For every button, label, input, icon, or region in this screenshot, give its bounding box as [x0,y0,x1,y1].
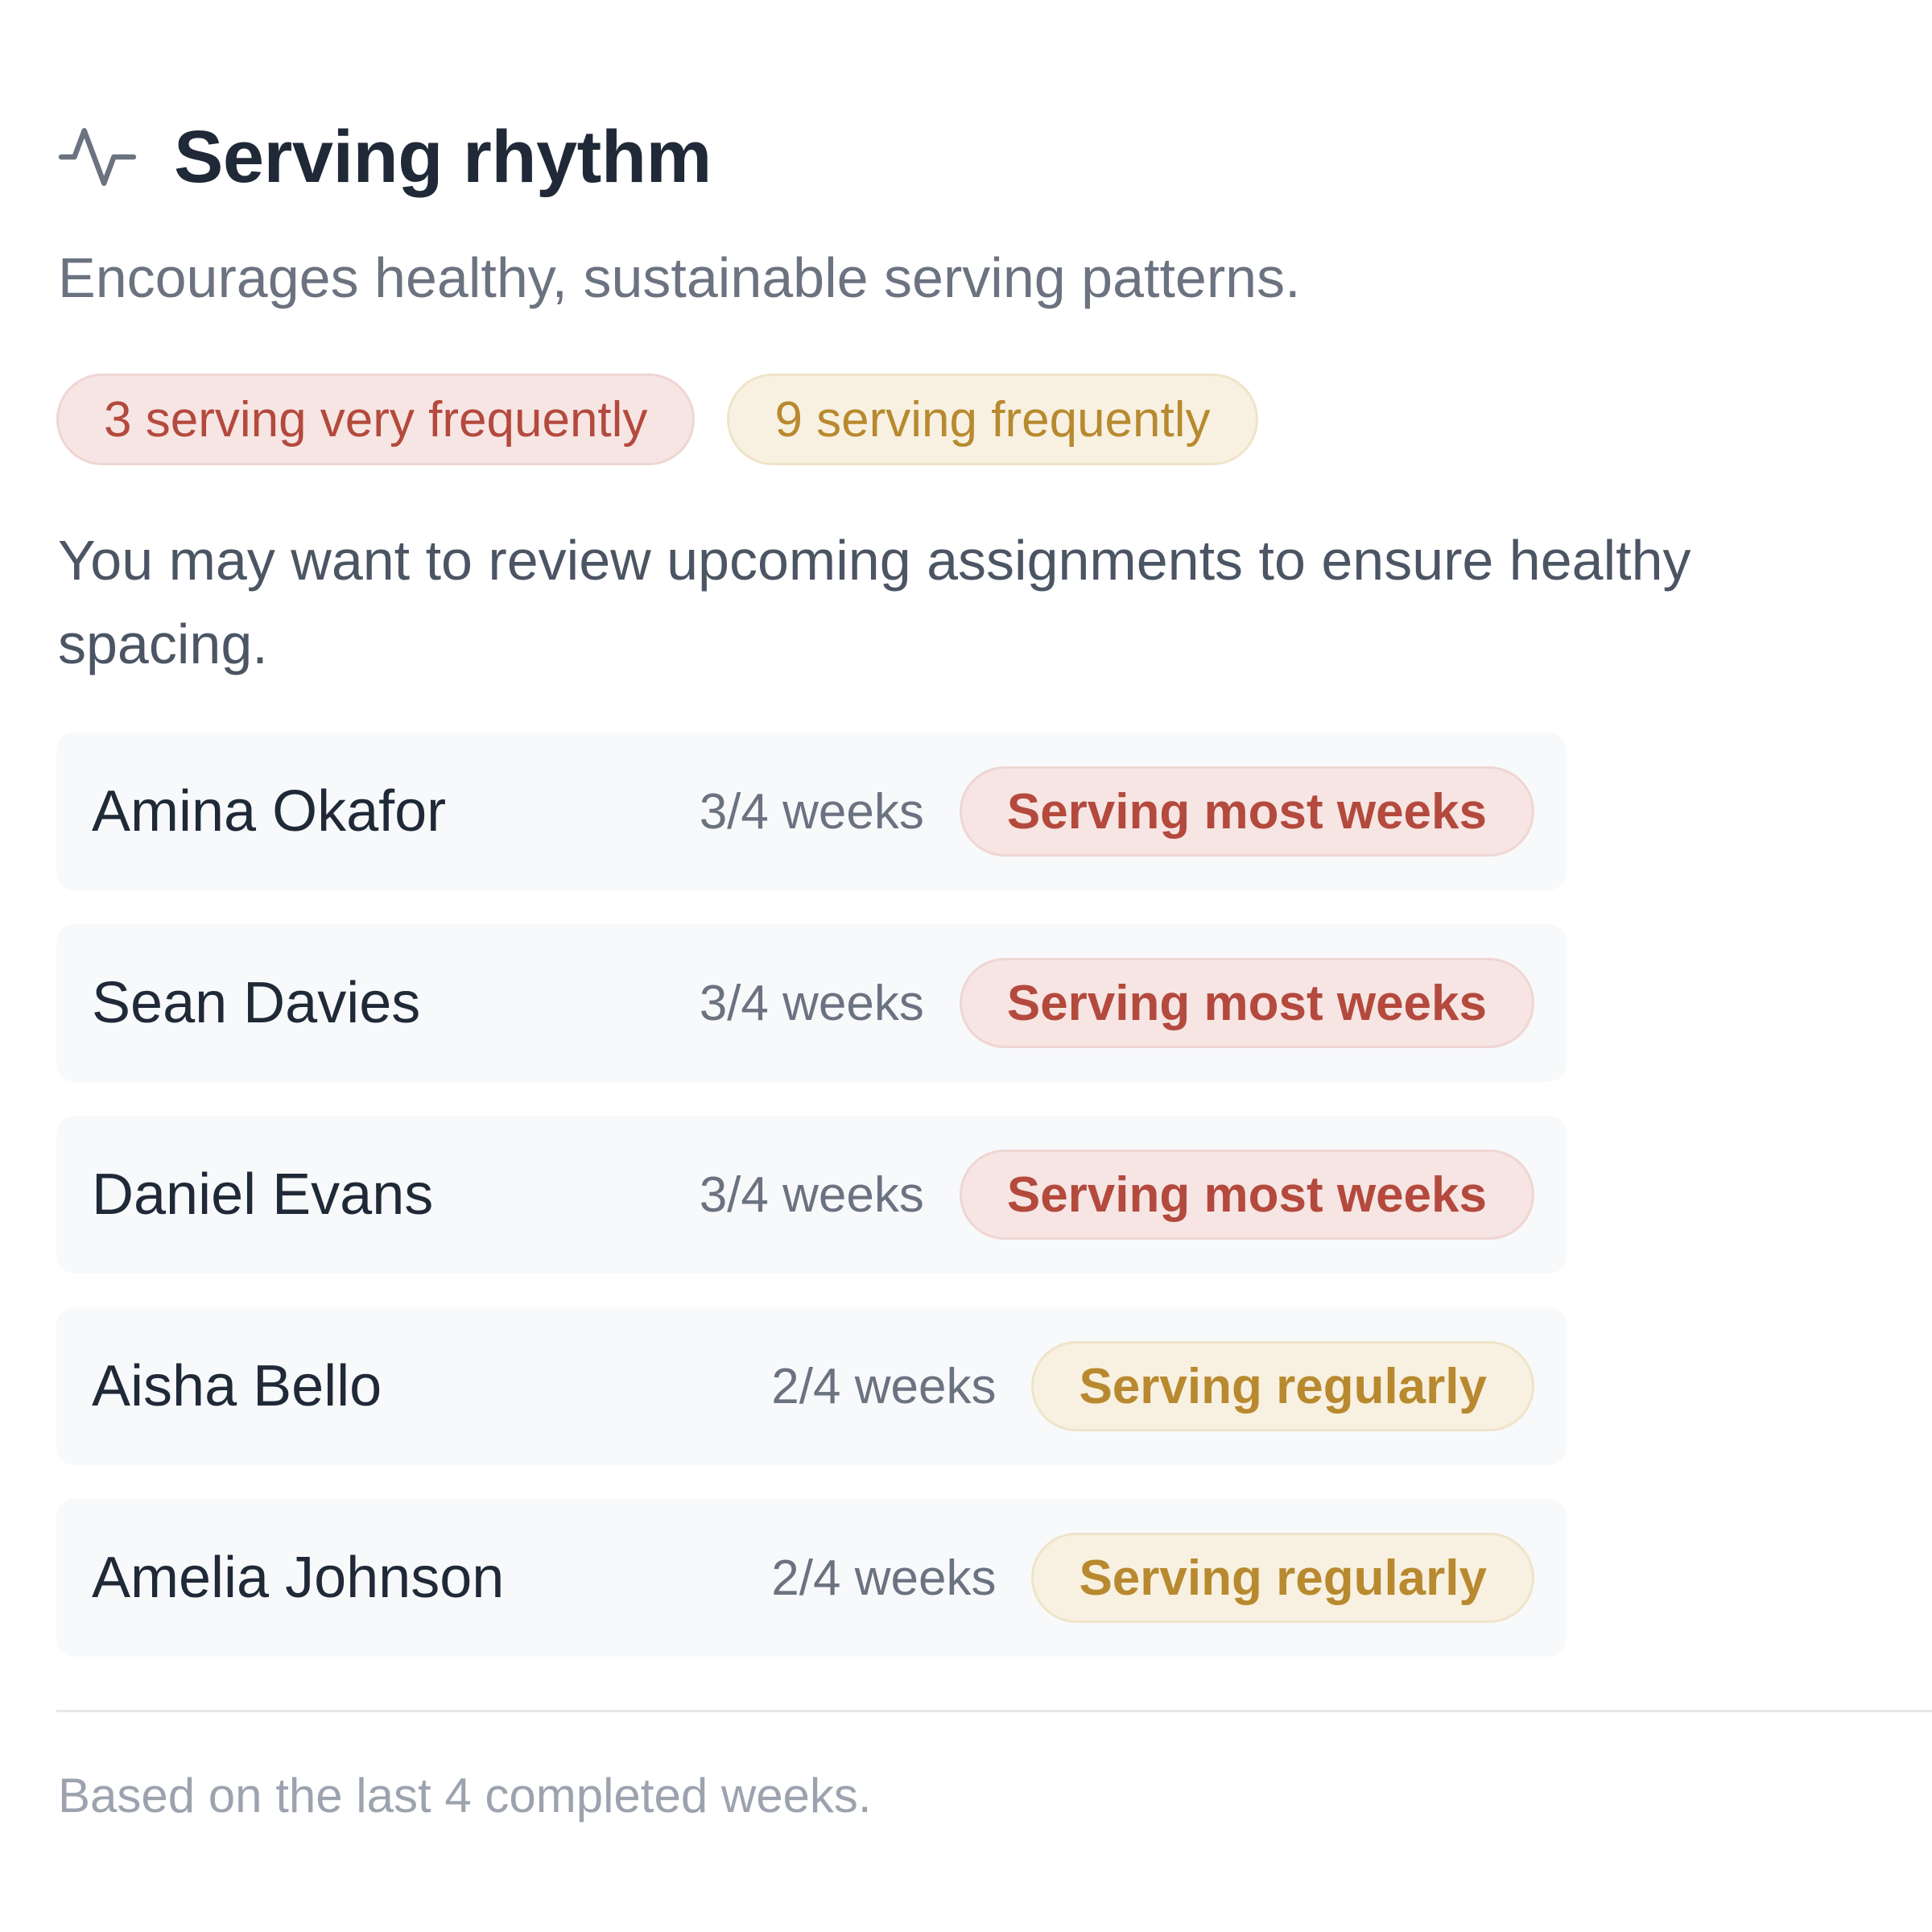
status-badge: Serving regularly [1031,1341,1534,1431]
card-title: Serving rhythm [174,115,712,198]
status-badge: Serving regularly [1031,1533,1534,1623]
person-name: Amina Okafor [92,779,447,844]
card-subtitle: Encourages healthy, sustainable serving … [58,246,1301,309]
weeks-served: 2/4 weeks [771,1358,997,1414]
weeks-served: 3/4 weeks [699,1166,924,1223]
status-badge: Serving most weeks [959,1150,1534,1240]
activity-pulse-icon [58,118,137,196]
very-frequent-badge: 3 serving very frequently [56,374,696,465]
status-badge: Serving most weeks [959,958,1534,1048]
list-item: Sean Davies 3/4 weeks Serving most weeks [56,924,1567,1082]
status-badge: Serving most weeks [959,766,1534,857]
weeks-served: 2/4 weeks [771,1550,997,1606]
list-item: Amelia Johnson 2/4 weeks Serving regular… [56,1499,1567,1657]
summary-badges: 3 serving very frequently 9 serving freq… [56,374,1258,465]
person-name: Daniel Evans [92,1162,434,1227]
card-header: Serving rhythm [58,113,712,201]
person-name: Sean Davies [92,971,421,1035]
footer-divider [56,1710,1932,1712]
list-item: Aisha Bello 2/4 weeks Serving regularly [56,1307,1567,1465]
person-name: Aisha Bello [92,1354,382,1418]
advice-text: You may want to review upcoming assignme… [58,529,1691,675]
weeks-served: 3/4 weeks [699,783,924,840]
footer-note: Based on the last 4 completed weeks. [58,1769,872,1823]
weeks-served: 3/4 weeks [699,975,924,1031]
frequent-badge: 9 serving frequently [727,374,1258,465]
list-item: Amina Okafor 3/4 weeks Serving most week… [56,733,1567,890]
people-list: Amina Okafor 3/4 weeks Serving most week… [56,733,1567,1690]
serving-rhythm-card: Serving rhythm Encourages healthy, susta… [0,0,1932,1932]
list-item: Daniel Evans 3/4 weeks Serving most week… [56,1116,1567,1274]
person-name: Amelia Johnson [92,1546,505,1610]
